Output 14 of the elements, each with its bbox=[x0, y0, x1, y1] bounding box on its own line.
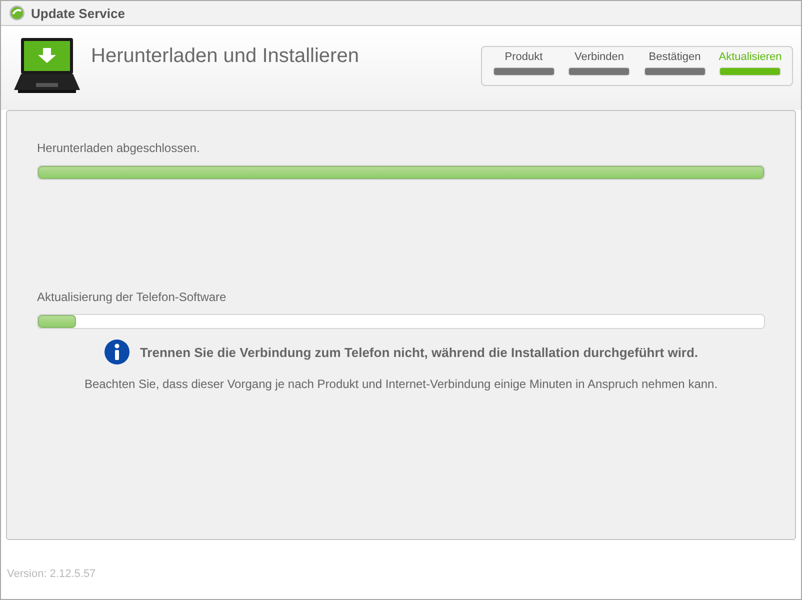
version-label: Version: 2.12.5.57 bbox=[7, 568, 96, 580]
info-icon bbox=[104, 339, 130, 365]
step-label: Produkt bbox=[504, 51, 543, 63]
task-label: Aktualisierung der Telefon-Software bbox=[37, 290, 228, 304]
window-title: Update Service bbox=[31, 6, 125, 20]
step-label: Aktualisieren bbox=[718, 51, 782, 63]
page-title: Herunterladen und Installieren bbox=[91, 45, 359, 68]
warning-message: Trennen Sie die Verbindung zum Telefon nicht, während die Installation durchgeführt wird. bbox=[140, 344, 698, 360]
task-label: Herunterladen abgeschlossen. bbox=[37, 141, 201, 155]
laptop-download-icon bbox=[14, 38, 80, 96]
step-label: Bestätigen bbox=[648, 51, 701, 63]
step-label: Verbinden bbox=[574, 51, 624, 63]
note-text: Beachten Sie, dass dieser Vorgang je nach Produkt und Internet-Verbindung einige Minuten in Anspruch nehmen kann. bbox=[83, 377, 719, 391]
app-logo-icon bbox=[9, 5, 25, 21]
